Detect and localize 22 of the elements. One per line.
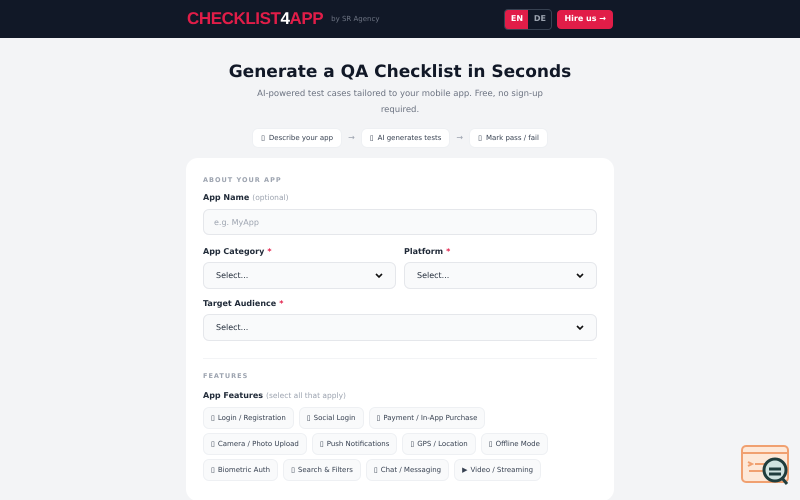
field-label: Platform — [404, 247, 444, 257]
required-mark: * — [279, 299, 284, 309]
select-field[interactable]: Select... — [404, 262, 597, 289]
logo[interactable]: CHECKLIST4APP — [187, 6, 324, 32]
step-arrow: → — [456, 132, 464, 144]
language-tab[interactable]: EN — [505, 10, 528, 28]
page-title: Generate a QA Checklist in Seconds — [228, 61, 572, 84]
chevron-down-icon — [375, 272, 383, 278]
hire-button[interactable]: Hire us → — [557, 10, 613, 28]
subtitle: AI-powered test cases tailored to your mobile app. Free, no sign-up required. — [256, 88, 544, 117]
app-name-field[interactable]: e.g. MyApp — [203, 209, 597, 235]
chevron-down-icon — [576, 272, 584, 278]
field-label: App Category — [203, 247, 264, 257]
required-mark: * — [267, 247, 272, 257]
field-label: Target Audience — [203, 299, 276, 309]
step-arrow: → — [348, 132, 355, 144]
select-field[interactable]: Select... — [203, 262, 396, 289]
required-mark: * — [446, 247, 450, 257]
chevron-down-icon — [576, 324, 584, 330]
select-field[interactable]: Select... — [203, 314, 597, 341]
field-label: App Name — [203, 193, 250, 203]
field-label: App Features — [203, 391, 264, 401]
